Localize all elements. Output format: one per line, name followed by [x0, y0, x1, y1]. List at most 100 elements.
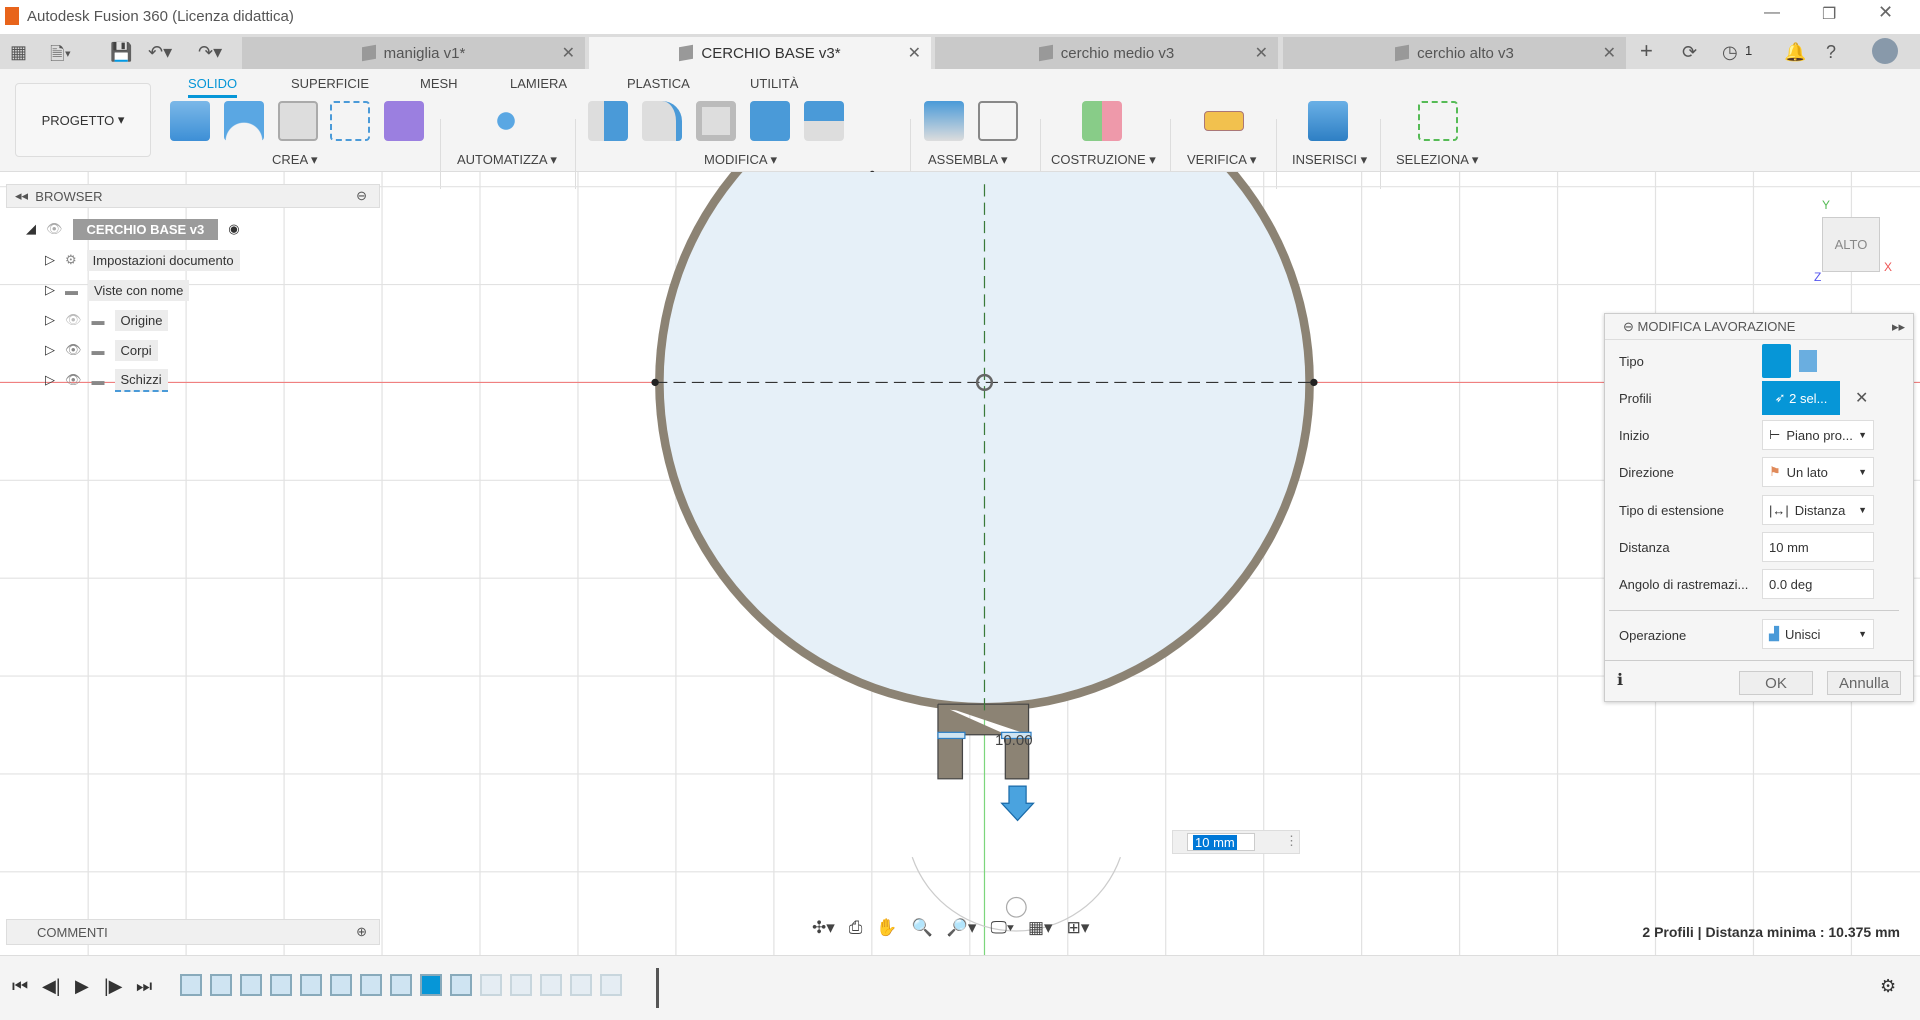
tree-root[interactable]: ◢ 👁 CERCHIO BASE v3 ◉	[26, 217, 240, 241]
grid-settings-icon[interactable]: ▦▾	[1028, 918, 1053, 938]
measure-icon[interactable]	[1204, 111, 1244, 131]
split-body-icon[interactable]	[804, 101, 844, 141]
minus-icon[interactable]: ⊖	[356, 188, 367, 204]
look-at-icon[interactable]: ⎙	[849, 918, 863, 938]
orbit-icon[interactable]: ✣▾	[812, 918, 835, 938]
zoom-icon[interactable]: 🔍	[912, 918, 933, 938]
tree-item-impostazioni[interactable]: ▷ ⚙ Impostazioni documento	[45, 248, 240, 272]
pan-icon[interactable]: ✋	[876, 918, 897, 938]
apps-grid-icon[interactable]: ▦	[10, 42, 27, 63]
new-component-icon[interactable]	[924, 101, 964, 141]
timeline-feature[interactable]	[360, 974, 382, 996]
workspace-switcher-button[interactable]: PROGETTO ▾	[15, 83, 151, 157]
more-icon[interactable]: ⋮	[1285, 833, 1298, 849]
step-forward-icon[interactable]: |▶	[104, 976, 123, 997]
selected-profile[interactable]	[937, 731, 966, 740]
notifications-icon[interactable]: 🔔	[1784, 42, 1806, 63]
tab-lamiera[interactable]: LAMIERA	[510, 76, 567, 91]
timeline-feature[interactable]	[240, 974, 262, 996]
ok-button[interactable]: OK	[1739, 671, 1813, 695]
collapse-icon[interactable]: ◂◂	[15, 188, 28, 204]
go-to-start-icon[interactable]: ⏮	[12, 976, 28, 997]
tab-cerchio-alto[interactable]: cerchio alto v3 ✕	[1283, 37, 1626, 69]
timeline-settings-icon[interactable]: ⚙	[1880, 976, 1896, 997]
expand-dialog-icon[interactable]: ▸▸	[1892, 319, 1905, 335]
operation-dropdown[interactable]: ▟ Unisci ▼	[1762, 619, 1874, 649]
joint-icon[interactable]	[978, 101, 1018, 141]
comments-panel-header[interactable]: COMMENTI ⊕	[6, 919, 380, 945]
type-thin-button[interactable]	[1799, 350, 1817, 372]
add-comment-icon[interactable]: ⊕	[356, 924, 367, 940]
browser-panel-header[interactable]: ◂◂ BROWSER ⊖	[6, 184, 380, 208]
eye-hidden-icon[interactable]: 👁	[65, 312, 82, 328]
close-window-button[interactable]: ✕	[1878, 2, 1893, 23]
group-costruzione[interactable]: COSTRUZIONE ▾	[1051, 152, 1156, 168]
group-seleziona[interactable]: SELEZIONA ▾	[1396, 152, 1478, 168]
group-assembla[interactable]: ASSEMBLA ▾	[928, 152, 1008, 168]
extent-type-dropdown[interactable]: |↔| Distanza ▼	[1762, 495, 1874, 525]
taper-angle-input[interactable]: 0.0 deg	[1762, 569, 1874, 599]
timeline-marker[interactable]	[656, 968, 659, 1008]
expand-icon[interactable]: ▷	[45, 312, 55, 328]
expand-icon[interactable]: ▷	[45, 282, 55, 298]
redo-icon[interactable]: ↷▾	[198, 42, 222, 63]
minus-icon[interactable]: ⊖	[1623, 319, 1634, 335]
ring-inner-profile[interactable]	[663, 172, 1306, 703]
timeline-feature[interactable]	[480, 974, 502, 996]
fillet-icon[interactable]	[642, 101, 682, 141]
eye-icon[interactable]: 👁	[65, 372, 82, 388]
expand-icon[interactable]: ◢	[26, 221, 36, 237]
combine-icon[interactable]	[750, 101, 790, 141]
tab-cerchio-base[interactable]: CERCHIO BASE v3* ✕	[589, 37, 931, 69]
new-tab-icon[interactable]: +	[1640, 38, 1653, 64]
group-crea[interactable]: CREA ▾	[272, 152, 318, 168]
play-icon[interactable]: ▶	[75, 976, 89, 997]
timeline-feature[interactable]	[180, 974, 202, 996]
timeline-feature[interactable]	[600, 974, 622, 996]
distance-input[interactable]: 10 mm	[1762, 532, 1874, 562]
extrude-drag-arrow-icon[interactable]	[1000, 785, 1035, 822]
timeline-feature[interactable]	[330, 974, 352, 996]
profiles-select-button[interactable]: ➶ 2 sel...	[1762, 381, 1840, 415]
press-pull-icon[interactable]	[588, 101, 628, 141]
display-settings-icon[interactable]: 🖵▾	[990, 918, 1014, 938]
group-inserisci[interactable]: INSERISCI ▾	[1292, 152, 1367, 168]
hole-icon[interactable]	[278, 101, 318, 141]
tree-item-viste[interactable]: ▷ ▬ Viste con nome	[45, 278, 190, 302]
go-to-end-icon[interactable]: ⏭	[136, 976, 152, 997]
dialog-header[interactable]: ⊖ MODIFICA LAVORAZIONE ▸▸	[1605, 314, 1913, 340]
minimize-button[interactable]: —	[1764, 4, 1780, 22]
group-verifica[interactable]: VERIFICA ▾	[1187, 152, 1256, 168]
job-status-icon[interactable]: ◷	[1722, 42, 1738, 63]
viewports-icon[interactable]: ⊞▾	[1067, 918, 1090, 938]
tab-utilita[interactable]: UTILITÀ	[750, 76, 798, 91]
undo-icon[interactable]: ↶▾	[148, 42, 172, 63]
timeline-feature[interactable]	[300, 974, 322, 996]
revolve-icon[interactable]	[224, 101, 264, 141]
eye-icon[interactable]: 👁	[65, 342, 82, 358]
tree-item-origine[interactable]: ▷ 👁 ▬ Origine	[45, 308, 169, 332]
timeline-feature[interactable]	[270, 974, 292, 996]
tree-item-corpi[interactable]: ▷ 👁 ▬ Corpi	[45, 338, 158, 362]
tab-solido[interactable]: SOLIDO	[188, 76, 238, 98]
avatar[interactable]	[1872, 38, 1898, 64]
insert-image-icon[interactable]	[1308, 101, 1348, 141]
tab-plastica[interactable]: PLASTICA	[627, 76, 690, 91]
group-modifica[interactable]: MODIFICA ▾	[704, 152, 777, 168]
tree-item-schizzi[interactable]: ▷ 👁 ▬ Schizzi	[45, 368, 168, 392]
dimension-input[interactable]: 10 mm	[1193, 835, 1237, 850]
activate-icon[interactable]: ◉	[228, 221, 239, 237]
expand-icon[interactable]: ▷	[45, 252, 55, 268]
extensions-icon[interactable]: ⟳	[1682, 42, 1697, 63]
close-tab-icon[interactable]: ✕	[1255, 43, 1268, 63]
close-tab-icon[interactable]: ✕	[1603, 43, 1616, 63]
restore-button[interactable]: ❐	[1822, 4, 1836, 24]
timeline-feature[interactable]	[540, 974, 562, 996]
timeline-feature[interactable]	[450, 974, 472, 996]
timeline-feature[interactable]	[420, 974, 442, 996]
expand-icon[interactable]: ▷	[45, 372, 55, 388]
eye-icon[interactable]: 👁	[46, 221, 63, 237]
extrude-icon[interactable]	[170, 101, 210, 141]
close-tab-icon[interactable]: ✕	[908, 43, 921, 63]
cancel-button[interactable]: Annulla	[1827, 671, 1901, 695]
